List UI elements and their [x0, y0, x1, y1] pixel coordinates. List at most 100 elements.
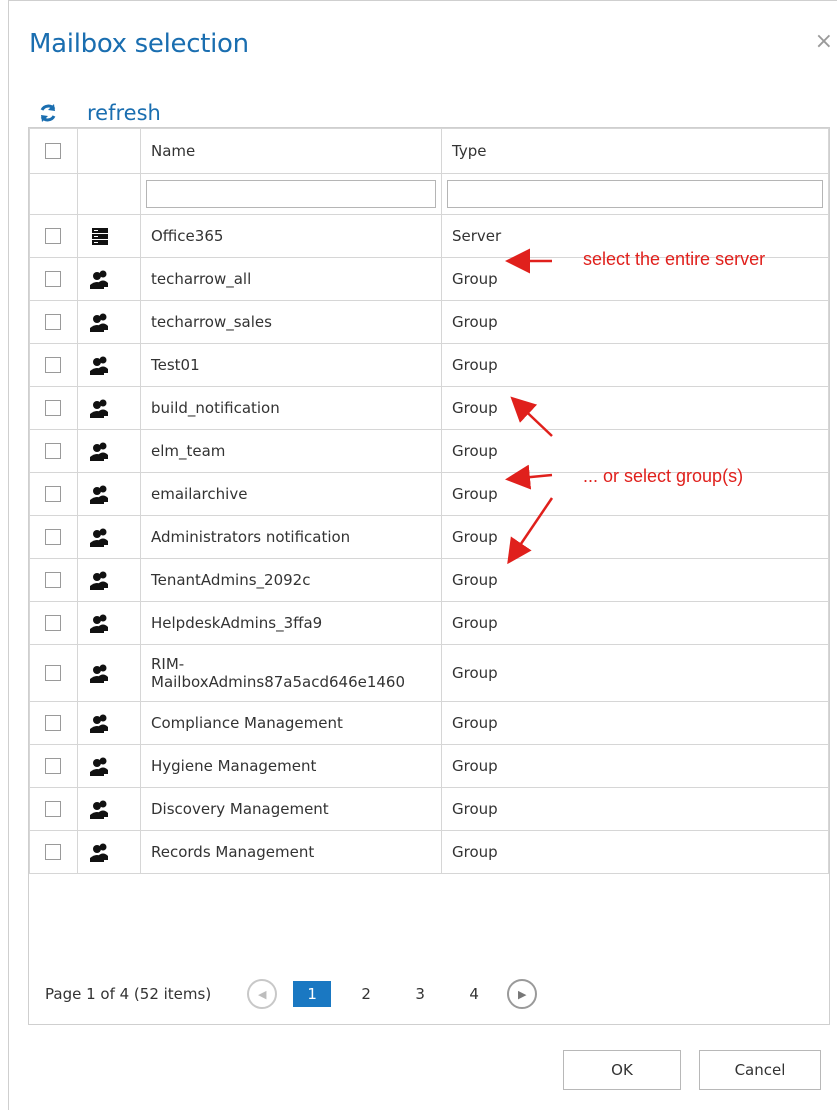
- row-name-line2: MailboxAdmins87a5acd646e1460: [151, 673, 406, 691]
- row-checkbox[interactable]: [45, 228, 61, 244]
- page-1[interactable]: 1: [293, 981, 332, 1007]
- page-4[interactable]: 4: [455, 981, 493, 1007]
- group-icon: [90, 270, 108, 289]
- row-checkbox[interactable]: [45, 486, 61, 502]
- row-name: techarrow_sales: [151, 313, 272, 331]
- pager-info: Page 1 of 4 (52 items): [45, 985, 212, 1003]
- column-header-name[interactable]: Name: [140, 128, 442, 174]
- table-row[interactable]: Hygiene Management Group: [29, 744, 829, 788]
- dialog-title: Mailbox selection: [29, 29, 249, 59]
- table-row[interactable]: Compliance Management Group: [29, 701, 829, 745]
- row-checkbox[interactable]: [45, 801, 61, 817]
- row-type: Group: [441, 644, 829, 702]
- row-type: Group: [441, 787, 829, 831]
- group-icon: [90, 664, 108, 683]
- row-type: Group: [441, 830, 829, 874]
- row-type: Group: [441, 300, 829, 344]
- row-name-cell: Hygiene Management: [140, 744, 442, 788]
- group-icon: [90, 313, 108, 332]
- row-checkbox[interactable]: [45, 572, 61, 588]
- name-filter-input[interactable]: [146, 180, 436, 208]
- row-type: Group: [441, 558, 829, 602]
- mailbox-selection-dialog: Mailbox selection × refresh Name Type Of…: [8, 0, 837, 1110]
- table-row[interactable]: HelpdeskAdmins_3ffa9 Group: [29, 601, 829, 645]
- annotation-group-note: ... or select group(s): [583, 466, 744, 486]
- row-name-cell: HelpdeskAdmins_3ffa9: [140, 601, 442, 645]
- row-name: Administrators notification: [151, 528, 351, 546]
- row-name: Test01: [151, 356, 200, 374]
- row-checkbox[interactable]: [45, 314, 61, 330]
- select-all-checkbox[interactable]: [45, 143, 61, 159]
- row-checkbox[interactable]: [45, 715, 61, 731]
- page-2[interactable]: 2: [347, 981, 385, 1007]
- group-icon: [90, 485, 108, 504]
- row-checkbox[interactable]: [45, 529, 61, 545]
- row-name: Discovery Management: [151, 800, 329, 818]
- row-checkbox[interactable]: [45, 758, 61, 774]
- row-name-cell: techarrow_all: [140, 257, 442, 301]
- row-name-cell: RIM- MailboxAdmins87a5acd646e1460: [140, 644, 442, 702]
- row-type: Group: [441, 515, 829, 559]
- table-row[interactable]: Test01 Group: [29, 343, 829, 387]
- row-name: techarrow_all: [151, 270, 252, 288]
- group-icon: [90, 800, 108, 819]
- cancel-button[interactable]: Cancel: [699, 1050, 821, 1090]
- group-icon: [90, 528, 108, 547]
- row-name-cell: Test01: [140, 343, 442, 387]
- row-name: Hygiene Management: [151, 757, 317, 775]
- table-row[interactable]: TenantAdmins_2092c Group: [29, 558, 829, 602]
- page-3[interactable]: 3: [401, 981, 439, 1007]
- group-icon: [90, 356, 108, 375]
- table-row[interactable]: Records Management Group: [29, 830, 829, 874]
- table-row[interactable]: Administrators notification Group: [29, 515, 829, 559]
- prev-page-icon[interactable]: ◀: [247, 979, 278, 1009]
- row-checkbox[interactable]: [45, 400, 61, 416]
- row-name-cell: techarrow_sales: [140, 300, 442, 344]
- refresh-button[interactable]: refresh: [37, 101, 161, 125]
- row-name-line1: RIM-: [151, 655, 185, 673]
- group-icon: [90, 442, 108, 461]
- row-name-cell: Compliance Management: [140, 701, 442, 745]
- row-name: Office365: [151, 227, 224, 245]
- next-page-icon[interactable]: ▶: [507, 979, 538, 1009]
- row-name: emailarchive: [151, 485, 248, 503]
- close-icon[interactable]: ×: [815, 29, 833, 54]
- row-name-cell: Discovery Management: [140, 787, 442, 831]
- column-header-type[interactable]: Type: [441, 128, 829, 174]
- type-filter-input[interactable]: [447, 180, 823, 208]
- server-icon: [92, 228, 108, 245]
- row-type: Group: [441, 343, 829, 387]
- refresh-icon: [40, 104, 56, 122]
- row-name-cell: Records Management: [140, 830, 442, 874]
- row-checkbox[interactable]: [45, 271, 61, 287]
- header-row: Name Type: [29, 128, 829, 174]
- row-checkbox[interactable]: [45, 665, 61, 681]
- row-checkbox[interactable]: [45, 844, 61, 860]
- row-name-cell: Office365: [140, 214, 442, 258]
- group-icon: [90, 614, 108, 633]
- row-name: HelpdeskAdmins_3ffa9: [151, 614, 323, 632]
- row-type: Group: [441, 744, 829, 788]
- table-row[interactable]: Discovery Management Group: [29, 787, 829, 831]
- group-icon: [90, 399, 108, 418]
- table-row[interactable]: build_notification Group: [29, 386, 829, 430]
- row-checkbox[interactable]: [45, 357, 61, 373]
- row-checkbox[interactable]: [45, 615, 61, 631]
- refresh-label: refresh: [87, 101, 161, 125]
- table-row[interactable]: RIM- MailboxAdmins87a5acd646e1460 Group: [29, 644, 829, 702]
- group-icon: [90, 571, 108, 590]
- row-checkbox[interactable]: [45, 443, 61, 459]
- ok-button[interactable]: OK: [563, 1050, 681, 1090]
- mailbox-table: Name Type Office365 Server techarrow_all Gr…: [29, 128, 829, 874]
- annotation-server-note: select the entire server: [583, 249, 766, 269]
- group-icon: [90, 843, 108, 862]
- group-icon: [90, 714, 108, 733]
- row-name-cell: TenantAdmins_2092c: [140, 558, 442, 602]
- row-type: Group: [441, 386, 829, 430]
- table-row[interactable]: techarrow_sales Group: [29, 300, 829, 344]
- row-name: Compliance Management: [151, 714, 343, 732]
- row-name-cell: build_notification: [140, 386, 442, 430]
- row-name: elm_team: [151, 442, 226, 460]
- filter-row: [29, 173, 829, 215]
- row-name: TenantAdmins_2092c: [151, 571, 311, 589]
